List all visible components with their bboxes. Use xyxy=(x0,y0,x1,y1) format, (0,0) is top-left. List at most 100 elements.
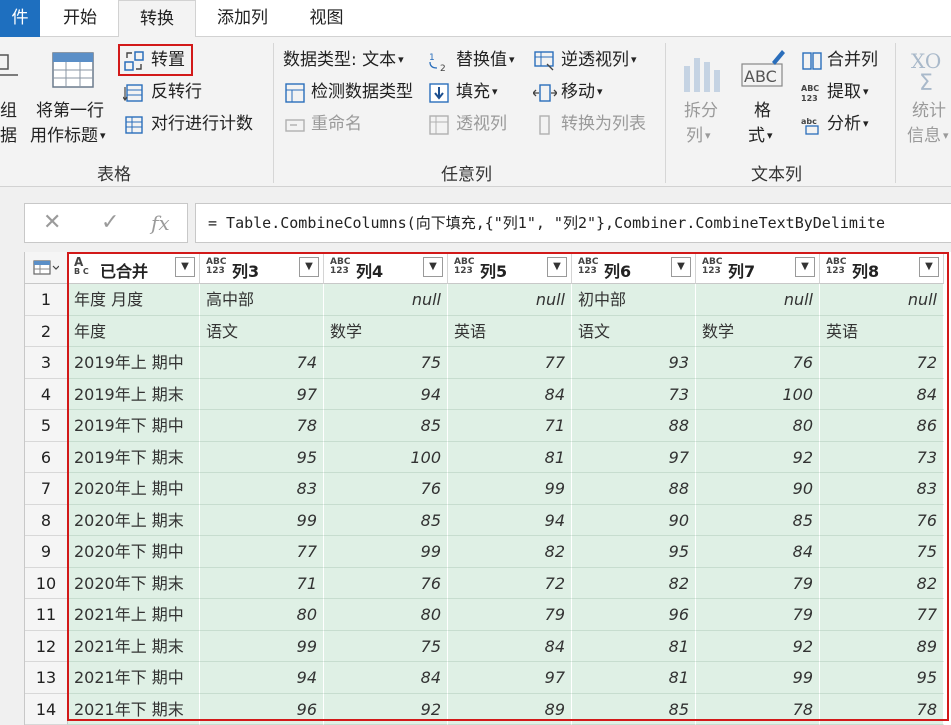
row-number[interactable]: 2 xyxy=(25,315,68,347)
table-cell[interactable]: null xyxy=(448,284,572,316)
table-cell[interactable]: 年度 月度 xyxy=(68,284,200,316)
row-number[interactable]: 7 xyxy=(25,473,68,505)
table-cell[interactable]: 85 xyxy=(324,504,448,536)
table-cell[interactable]: 79 xyxy=(448,599,572,631)
table-cell[interactable]: 96 xyxy=(572,599,696,631)
table-cell[interactable]: 77 xyxy=(820,599,944,631)
table-cell[interactable]: 85 xyxy=(324,410,448,442)
fill-button[interactable]: 填充 ▾ xyxy=(456,81,498,103)
any-type-icon[interactable]: ABC 123 xyxy=(702,258,722,276)
parse-button[interactable]: 分析 ▾ xyxy=(827,113,869,135)
table-cell[interactable]: 81 xyxy=(572,662,696,694)
table-cell[interactable]: 语文 xyxy=(572,315,696,347)
any-type-icon[interactable]: ABC 123 xyxy=(206,258,226,276)
column-header[interactable]: ABC 123 列5 ▼ xyxy=(448,252,572,284)
table-cell[interactable]: 94 xyxy=(448,504,572,536)
split-column-label-line1[interactable]: 拆分 xyxy=(684,100,718,122)
table-cell[interactable]: 89 xyxy=(820,630,944,662)
use-first-row-as-headers-button[interactable]: 用作标题 ▾ xyxy=(30,125,106,147)
table-cell[interactable]: 99 xyxy=(324,536,448,568)
tab-home[interactable]: 开始 xyxy=(50,0,110,37)
row-number[interactable]: 6 xyxy=(25,441,68,473)
reverse-rows-button[interactable]: 反转行 xyxy=(151,81,202,103)
table-cell[interactable]: 88 xyxy=(572,473,696,505)
row-number[interactable]: 5 xyxy=(25,410,68,442)
table-cell[interactable]: 85 xyxy=(696,504,820,536)
table-cell[interactable]: 2019年下 期中 xyxy=(68,410,200,442)
table-cell[interactable]: 77 xyxy=(448,347,572,379)
table-cell[interactable]: 75 xyxy=(324,630,448,662)
table-cell[interactable]: 99 xyxy=(696,662,820,694)
table-cell[interactable]: 76 xyxy=(324,567,448,599)
table-cell[interactable]: 86 xyxy=(820,410,944,442)
table-cell[interactable]: 95 xyxy=(820,662,944,694)
table-cell[interactable]: 2020年下 期末 xyxy=(68,567,200,599)
table-cell[interactable]: 90 xyxy=(696,473,820,505)
any-type-icon[interactable]: ABC 123 xyxy=(578,258,598,276)
group-by-label-top[interactable]: 组 xyxy=(0,100,17,122)
table-cell[interactable]: 83 xyxy=(200,473,324,505)
any-type-icon[interactable]: ABC 123 xyxy=(330,258,350,276)
table-cell[interactable]: 年度 xyxy=(68,315,200,347)
table-cell[interactable]: 75 xyxy=(820,536,944,568)
table-cell[interactable]: 92 xyxy=(324,693,448,725)
table-cell[interactable]: 96 xyxy=(200,693,324,725)
column-filter-dropdown-icon[interactable]: ▼ xyxy=(423,257,443,277)
row-number[interactable]: 12 xyxy=(25,630,68,662)
column-filter-dropdown-icon[interactable]: ▼ xyxy=(919,257,939,277)
column-filter-dropdown-icon[interactable]: ▼ xyxy=(175,257,195,277)
table-cell[interactable]: 2019年上 期末 xyxy=(68,378,200,410)
table-cell[interactable]: 76 xyxy=(324,473,448,505)
tab-transform[interactable]: 转换 xyxy=(118,0,196,38)
merge-columns-button[interactable]: 合并列 xyxy=(827,49,878,71)
table-cell[interactable]: 84 xyxy=(324,662,448,694)
table-cell[interactable]: null xyxy=(324,284,448,316)
row-number[interactable]: 8 xyxy=(25,504,68,536)
format-label-line1[interactable]: 格 xyxy=(754,100,771,122)
table-cell[interactable]: 78 xyxy=(820,693,944,725)
table-menu-button[interactable] xyxy=(25,252,68,284)
confirm-formula-button[interactable]: ✓ xyxy=(101,210,119,235)
table-cell[interactable]: 英语 xyxy=(820,315,944,347)
table-cell[interactable]: 80 xyxy=(324,599,448,631)
table-cell[interactable]: 72 xyxy=(820,347,944,379)
text-type-icon[interactable]: AB C xyxy=(74,256,89,276)
table-cell[interactable]: null xyxy=(696,284,820,316)
table-cell[interactable]: 84 xyxy=(448,378,572,410)
table-cell[interactable]: 74 xyxy=(200,347,324,379)
unpivot-columns-button[interactable]: 逆透视列 ▾ xyxy=(561,49,637,71)
table-cell[interactable]: 英语 xyxy=(448,315,572,347)
table-cell[interactable]: 93 xyxy=(572,347,696,379)
column-header[interactable]: ABC 123 列6 ▼ xyxy=(572,252,696,284)
row-number[interactable]: 4 xyxy=(25,378,68,410)
column-filter-dropdown-icon[interactable]: ▼ xyxy=(795,257,815,277)
table-cell[interactable]: 72 xyxy=(448,567,572,599)
table-cell[interactable]: 79 xyxy=(696,599,820,631)
table-cell[interactable]: 76 xyxy=(820,504,944,536)
table-cell[interactable]: 84 xyxy=(696,536,820,568)
table-cell[interactable]: 88 xyxy=(572,410,696,442)
table-cell[interactable]: 初中部 xyxy=(572,284,696,316)
table-cell[interactable]: 76 xyxy=(696,347,820,379)
row-number[interactable]: 3 xyxy=(25,347,68,379)
table-cell[interactable]: 79 xyxy=(696,567,820,599)
extract-button[interactable]: 提取 ▾ xyxy=(827,81,869,103)
row-number[interactable]: 14 xyxy=(25,693,68,725)
table-cell[interactable]: 77 xyxy=(200,536,324,568)
table-cell[interactable]: 2020年下 期中 xyxy=(68,536,200,568)
table-cell[interactable]: 89 xyxy=(448,693,572,725)
column-filter-dropdown-icon[interactable]: ▼ xyxy=(671,257,691,277)
table-cell[interactable]: 100 xyxy=(696,378,820,410)
table-cell[interactable]: 95 xyxy=(200,441,324,473)
table-cell[interactable]: 2019年下 期末 xyxy=(68,441,200,473)
data-type-dropdown[interactable]: 数据类型: 文本 ▾ xyxy=(283,49,404,71)
table-cell[interactable]: 78 xyxy=(200,410,324,442)
table-cell[interactable]: 2021年下 期中 xyxy=(68,662,200,694)
column-header[interactable]: ABC 123 列3 ▼ xyxy=(200,252,324,284)
transpose-button[interactable]: 转置 xyxy=(151,49,185,71)
table-cell[interactable]: 84 xyxy=(448,630,572,662)
format-button[interactable]: 式 ▾ xyxy=(748,125,773,147)
row-number[interactable]: 9 xyxy=(25,536,68,568)
split-column-button[interactable]: 列 ▾ xyxy=(686,125,711,147)
table-cell[interactable]: 97 xyxy=(200,378,324,410)
